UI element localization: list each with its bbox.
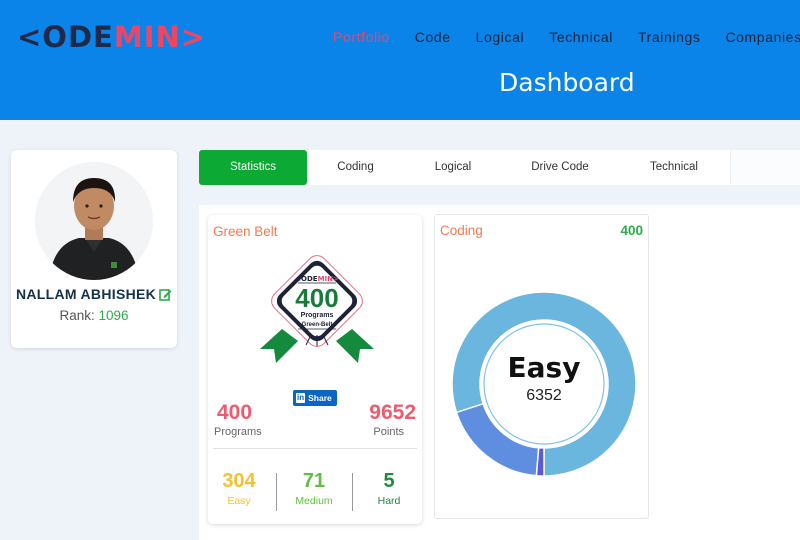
edit-icon[interactable] (159, 288, 172, 304)
tabs-spacer (730, 150, 800, 185)
top-nav: Portfolio Code Logical Technical Trainin… (333, 29, 800, 45)
easy-label: Easy (227, 495, 251, 507)
page-title: Dashboard (499, 68, 635, 97)
tab-drive-code[interactable]: Drive Code (502, 150, 618, 185)
medium-count: 71 (302, 470, 326, 492)
donut-center-label: Easy (507, 351, 581, 384)
donut-center-value: 6352 (526, 387, 562, 404)
separator (276, 473, 277, 511)
easy-count: 304 (222, 470, 256, 492)
svg-text:Programs: Programs (301, 312, 334, 319)
donut-inner-ring (483, 323, 605, 445)
nav-companies[interactable]: Companies (725, 29, 800, 45)
tab-statistics[interactable]: Statistics (199, 150, 307, 185)
profile-name: NALLAM ABHISHEK (11, 286, 177, 304)
avatar (35, 162, 153, 280)
medium-label: Medium (295, 495, 333, 507)
linkedin-icon: in (296, 393, 306, 403)
svg-text:Green-Belt: Green-Belt (302, 322, 333, 328)
rank: Rank: 1096 (59, 308, 129, 323)
hard-count: 5 (383, 470, 395, 492)
nav-logical[interactable]: Logical (476, 29, 525, 45)
codemin-logo[interactable]: <ODEMIN> (17, 20, 206, 54)
coding-count: 400 (620, 223, 643, 238)
tab-coding[interactable]: Coding (307, 150, 404, 185)
nav-technical[interactable]: Technical (549, 29, 613, 45)
nav-portfolio[interactable]: Portfolio (333, 29, 390, 45)
svg-text:400: 400 (295, 283, 338, 313)
belt-card: Green Belt <ODEMIN> 400 Programs Green-B… (208, 215, 422, 524)
points-label: Points (373, 426, 404, 438)
stats-tabs: Statistics Coding Logical Drive Code Tec… (199, 150, 800, 185)
tab-technical[interactable]: Technical (618, 150, 730, 185)
donut-slice-medium[interactable] (455, 402, 540, 477)
programs-label: Programs (214, 426, 262, 438)
tab-logical[interactable]: Logical (404, 150, 502, 185)
nav-trainings[interactable]: Trainings (638, 29, 700, 45)
nav-code[interactable]: Code (415, 29, 451, 45)
linkedin-share-button[interactable]: in Share (293, 390, 337, 406)
belt-title: Green Belt (213, 224, 278, 239)
green-belt-badge-icon: <ODEMIN> 400 Programs Green-Belt (260, 255, 374, 363)
hard-label: Hard (377, 495, 401, 507)
divider (213, 448, 417, 449)
coding-title: Coding (440, 223, 483, 238)
difficulty-donut-chart (451, 291, 637, 477)
separator (352, 473, 353, 511)
points-value: 9652 (369, 401, 416, 424)
coding-card: Coding 400 Easy 6352 (434, 214, 649, 519)
top-header: <ODEMIN> Portfolio Code Logical Technica… (0, 0, 800, 120)
svg-text:<ODEMIN>: <ODEMIN> (295, 275, 339, 283)
programs-value: 400 (217, 401, 253, 424)
profile-card: NALLAM ABHISHEK Rank: 1096 (11, 150, 177, 348)
